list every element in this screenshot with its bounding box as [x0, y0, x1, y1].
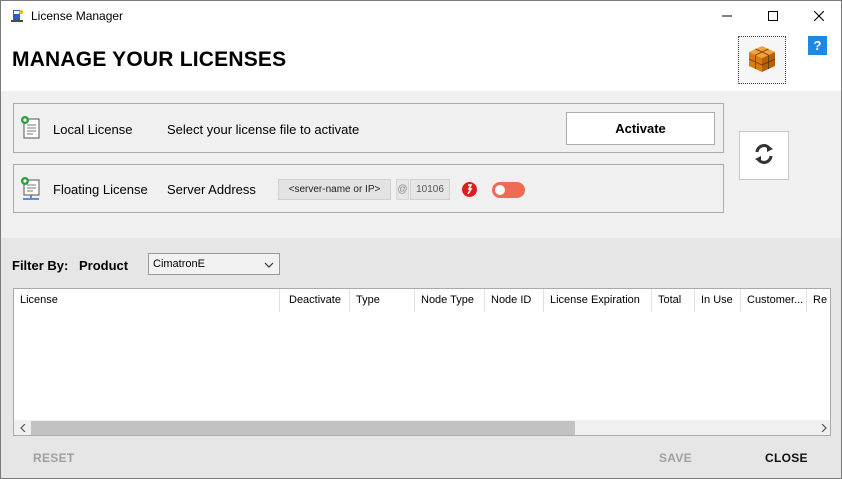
server-address-label: Server Address: [167, 182, 256, 197]
column-header-total[interactable]: Total: [652, 289, 695, 312]
close-window-button[interactable]: [796, 1, 841, 31]
at-symbol: @: [396, 179, 409, 200]
floating-license-label: Floating License: [53, 182, 148, 197]
certificate-icon: [20, 116, 42, 140]
scroll-right-icon[interactable]: [815, 420, 830, 435]
column-header-in-use[interactable]: In Use: [695, 289, 741, 312]
server-address-input[interactable]: <server-name or IP>: [278, 179, 391, 200]
license-table: License Deactivate Type Node Type Node I…: [13, 288, 831, 436]
floating-license-panel: Floating License Server Address <server-…: [13, 164, 724, 213]
license-manager-window: License Manager MANAGE YOUR LICENSES ? L…: [0, 0, 842, 479]
activate-button[interactable]: Activate: [566, 112, 715, 145]
column-header-remaining[interactable]: Re: [807, 289, 830, 312]
maximize-button[interactable]: [750, 1, 796, 31]
product-select-value: CimatronE: [153, 258, 205, 270]
refresh-button[interactable]: [739, 131, 789, 180]
column-header-license-expiration[interactable]: License Expiration: [544, 289, 652, 312]
column-header-node-id[interactable]: Node ID: [485, 289, 544, 312]
toggle-knob: [495, 185, 505, 195]
scroll-left-icon[interactable]: [14, 420, 31, 435]
window-title: License Manager: [31, 9, 124, 23]
column-header-node-type[interactable]: Node Type: [415, 289, 485, 312]
refresh-icon: [753, 143, 775, 168]
column-header-customer[interactable]: Customer...: [741, 289, 807, 312]
port-input[interactable]: 10106: [410, 179, 450, 200]
page-title: MANAGE YOUR LICENSES: [12, 48, 287, 71]
network-certificate-icon: [20, 177, 42, 201]
filter-by-label: Filter By:: [12, 258, 69, 273]
horizontal-scrollbar[interactable]: [14, 420, 830, 435]
filter-area: Filter By: Product CimatronE License Dea…: [1, 238, 841, 478]
floating-license-toggle[interactable]: [492, 182, 525, 198]
column-header-type[interactable]: Type: [350, 289, 415, 312]
package-cube-icon: [745, 42, 779, 79]
scrollbar-thumb[interactable]: [31, 421, 575, 435]
title-bar: License Manager: [1, 1, 841, 31]
header: MANAGE YOUR LICENSES ?: [1, 31, 841, 91]
product-select[interactable]: CimatronE: [148, 253, 280, 275]
local-license-description: Select your license file to activate: [167, 122, 360, 137]
chevron-down-icon: [264, 260, 274, 270]
license-area: Local License Select your license file t…: [1, 91, 841, 238]
save-button[interactable]: SAVE: [659, 451, 692, 465]
disconnected-icon: [462, 182, 477, 197]
package-button[interactable]: [738, 36, 786, 84]
close-button[interactable]: CLOSE: [765, 451, 808, 465]
column-header-license[interactable]: License: [14, 289, 280, 312]
table-header: License Deactivate Type Node Type Node I…: [14, 289, 830, 312]
local-license-panel: Local License Select your license file t…: [13, 103, 724, 153]
reset-button[interactable]: RESET: [33, 451, 75, 465]
license-manager-app-icon: [9, 8, 25, 24]
minimize-button[interactable]: [704, 1, 750, 31]
local-license-label: Local License: [53, 122, 133, 137]
column-header-deactivate[interactable]: Deactivate: [283, 289, 350, 312]
product-label: Product: [79, 258, 129, 273]
help-button[interactable]: ?: [808, 36, 827, 55]
